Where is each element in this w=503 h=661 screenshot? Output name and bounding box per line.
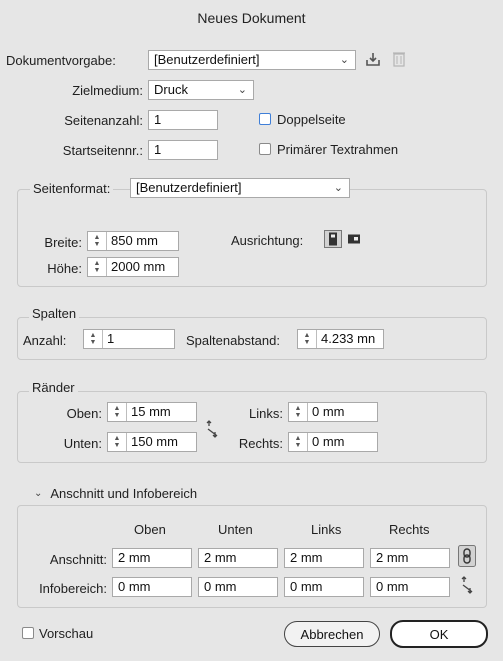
document-preset-value: [Benutzerdefiniert]	[154, 52, 260, 67]
bleed-top-input[interactable]: 2 mm	[112, 548, 192, 568]
start-page-label: Startseitennr.:	[62, 143, 143, 158]
chevron-down-icon: ⌄	[333, 182, 343, 194]
intent-select[interactable]: Druck ⌄	[148, 80, 254, 100]
height-label: Höhe:	[47, 261, 82, 276]
margin-top-value: 15 mm	[131, 404, 171, 419]
bleed-right-input[interactable]: 2 mm	[370, 548, 450, 568]
slug-left-input[interactable]: 0 mm	[284, 577, 364, 597]
margin-left-value: 0 mm	[312, 404, 345, 419]
stepper-arrows-icon[interactable]: ▲ ▼	[84, 330, 103, 348]
bleed-label: Anschnitt:	[49, 552, 107, 567]
width-stepper[interactable]: ▲ ▼ 850 mm	[87, 231, 179, 251]
slug-top-input[interactable]: 0 mm	[112, 577, 192, 597]
margin-top-stepper[interactable]: ▲ ▼ 15 mm	[107, 402, 197, 422]
stepper-arrows-icon[interactable]: ▲ ▼	[298, 330, 317, 348]
slug-right-input[interactable]: 0 mm	[370, 577, 450, 597]
unlinked-chain-icon[interactable]	[460, 576, 474, 594]
margin-top-label: Oben:	[66, 406, 102, 421]
width-value: 850 mm	[111, 233, 158, 248]
preview-checkbox[interactable]	[22, 627, 34, 639]
margin-right-stepper[interactable]: ▲ ▼ 0 mm	[288, 432, 378, 452]
document-preset-select[interactable]: [Benutzerdefiniert] ⌄	[148, 50, 356, 70]
page-size-value: [Benutzerdefiniert]	[136, 180, 242, 195]
trash-icon[interactable]	[392, 50, 406, 68]
bleed-slug-disclosure[interactable]: ⌄ Anschnitt und Infobereich	[30, 486, 202, 501]
stepper-arrows-icon[interactable]: ▲ ▼	[88, 232, 107, 250]
primary-text-frame-checkbox[interactable]	[259, 143, 271, 155]
columns-title: Spalten	[29, 306, 80, 321]
margin-left-label: Links:	[249, 406, 283, 421]
page-size-select[interactable]: [Benutzerdefiniert] ⌄	[130, 178, 350, 198]
linked-chain-icon[interactable]	[458, 545, 476, 567]
start-page-input[interactable]: 1	[148, 140, 218, 160]
height-stepper[interactable]: ▲ ▼ 2000 mm	[87, 257, 179, 277]
stepper-arrows-icon[interactable]: ▲ ▼	[289, 403, 308, 421]
column-count-label: Anzahl:	[23, 333, 67, 348]
chevron-down-icon: ⌄	[34, 488, 43, 499]
margin-right-value: 0 mm	[312, 434, 345, 449]
page-size-label: Seitenformat:	[30, 181, 114, 196]
landscape-orientation-icon[interactable]	[346, 231, 362, 247]
primary-text-frame-label: Primärer Textrahmen	[277, 142, 399, 157]
bleed-header-top: Oben	[134, 522, 166, 537]
pages-label: Seitenanzahl:	[64, 113, 143, 128]
ok-button[interactable]: OK	[390, 620, 488, 648]
pages-input[interactable]: 1	[148, 110, 218, 130]
gutter-stepper[interactable]: ▲ ▼ 4.233 mn	[297, 329, 384, 349]
portrait-orientation-icon[interactable]	[324, 230, 342, 248]
margins-group	[17, 391, 487, 463]
margin-bottom-label: Unten:	[63, 436, 102, 451]
gutter-value: 4.233 mn	[321, 331, 376, 346]
bleed-header-bottom: Unten	[218, 522, 253, 537]
margin-left-stepper[interactable]: ▲ ▼ 0 mm	[288, 402, 378, 422]
bleed-bottom-input[interactable]: 2 mm	[198, 548, 278, 568]
stepper-arrows-icon[interactable]: ▲ ▼	[289, 433, 308, 451]
preview-label: Vorschau	[39, 626, 94, 641]
margin-bottom-value: 150 mm	[131, 434, 178, 449]
margin-bottom-stepper[interactable]: ▲ ▼ 150 mm	[107, 432, 197, 452]
margins-title: Ränder	[29, 380, 78, 395]
unlinked-chain-icon[interactable]	[205, 420, 219, 438]
save-preset-icon[interactable]	[364, 51, 382, 67]
facing-pages-label: Doppelseite	[277, 112, 346, 127]
column-count-stepper[interactable]: ▲ ▼ 1	[83, 329, 175, 349]
column-count-value: 1	[107, 331, 115, 346]
stepper-arrows-icon[interactable]: ▲ ▼	[108, 433, 127, 451]
slug-label: Infobereich:	[39, 581, 107, 596]
intent-value: Druck	[154, 82, 188, 97]
new-document-dialog: Neues Dokument Dokumentvorgabe: [Benutze…	[0, 0, 503, 661]
bleed-header-right: Rechts	[389, 522, 430, 537]
document-preset-label: Dokumentvorgabe:	[6, 53, 116, 68]
bleed-slug-title: Anschnitt und Infobereich	[50, 486, 198, 501]
height-value: 2000 mm	[111, 259, 166, 274]
bleed-header-left: Links	[311, 522, 342, 537]
margin-right-label: Rechts:	[238, 436, 283, 451]
bleed-left-input[interactable]: 2 mm	[284, 548, 364, 568]
facing-pages-checkbox[interactable]	[259, 113, 271, 125]
stepper-arrows-icon[interactable]: ▲ ▼	[108, 403, 127, 421]
orientation-label: Ausrichtung:	[231, 233, 304, 248]
stepper-arrows-icon[interactable]: ▲ ▼	[88, 258, 107, 276]
slug-bottom-input[interactable]: 0 mm	[198, 577, 278, 597]
dialog-title: Neues Dokument	[197, 10, 306, 26]
chevron-down-icon: ⌄	[339, 54, 349, 66]
width-label: Breite:	[44, 235, 82, 250]
chevron-down-icon: ⌄	[237, 84, 247, 96]
cancel-button[interactable]: Abbrechen	[284, 621, 380, 647]
intent-label: Zielmedium:	[72, 83, 143, 98]
gutter-label: Spaltenabstand:	[186, 333, 280, 348]
